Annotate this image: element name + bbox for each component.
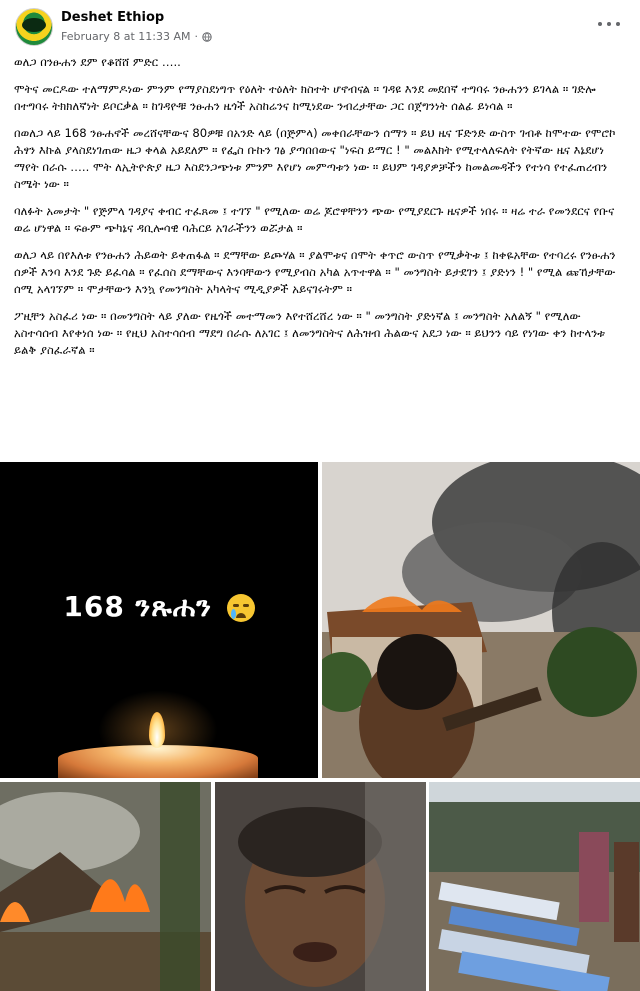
crowd-mourning-photo[interactable] xyxy=(429,782,640,991)
globe-icon xyxy=(202,31,212,42)
post-meta: February 8 at 11:33 AM · xyxy=(61,30,212,43)
page-avatar[interactable] xyxy=(15,8,53,46)
candle-icon xyxy=(58,745,258,778)
post-paragraph: ወለጋ ላይ በየእለቱ የንፁሐን ሕይወት ይቀጠፋል ። ደማቸው ይጮሃ… xyxy=(14,248,616,296)
burning-house-photo[interactable] xyxy=(322,462,640,778)
memorial-caption: 168 ንጹሐን xyxy=(0,590,318,624)
post-paragraph: በወለጋ ላይ 168 ንፁሐኖች መረሸናቸውና 80ዎቹ በአንድ ላይ (… xyxy=(14,126,616,191)
crowd-mourning-illustration xyxy=(429,782,640,991)
crying-face-emoji-icon xyxy=(226,594,255,622)
burning-hut-photo[interactable] xyxy=(0,782,211,991)
page-name[interactable]: Deshet Ethiop xyxy=(61,10,164,25)
post-paragraph: ወለጋ በንፁሐን ደም የቆሸሸ ምድር ….. xyxy=(14,55,181,69)
post-header: Deshet Ethiop February 8 at 11:33 AM · xyxy=(0,0,640,52)
burning-hut-illustration xyxy=(0,782,211,991)
burning-house-illustration xyxy=(322,462,640,778)
grieving-woman-photo[interactable] xyxy=(215,782,426,991)
memorial-text: 168 ንጹሐን xyxy=(63,590,212,623)
post-paragraph: ሞትና መርዶው ተለማምዶነው ምንም የማያስደነግጥ የዕለት ተዕለት … xyxy=(14,82,596,113)
post-text: ወለጋ በንፁሐን ደም የቆሸሸ ምድር ….. ሞትና መርዶው ተለማምዶ… xyxy=(14,54,626,369)
post-paragraph: ፖዚቸን አስፈሪ ነው ። በመንግስት ላይ ያለው የዜጎች መተማመን … xyxy=(14,309,606,357)
grieving-woman-illustration xyxy=(215,782,426,991)
more-options-icon[interactable] xyxy=(598,16,620,32)
post-timestamp[interactable]: February 8 at 11:33 AM xyxy=(61,30,191,43)
post-paragraph: ባለፉት አመታት " የጅምላ ገዳያና ቀብር ተፈጸመ ፤ ተገኘ " የ… xyxy=(14,204,615,235)
